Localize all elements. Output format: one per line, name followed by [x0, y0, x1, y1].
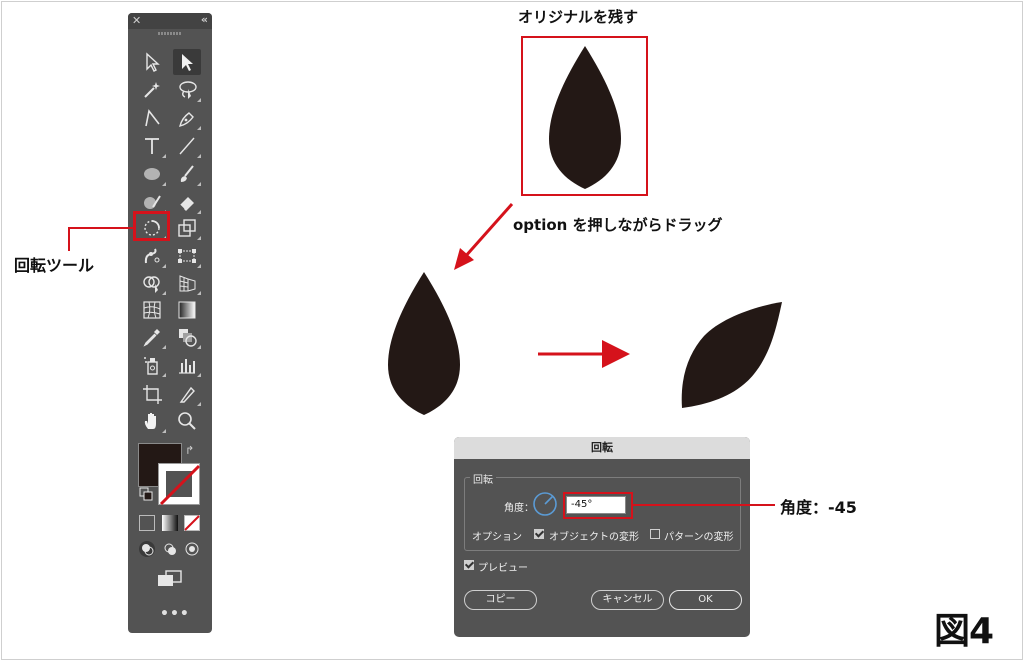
lasso-icon[interactable]: [173, 77, 201, 103]
shape-builder-icon[interactable]: [138, 270, 166, 296]
line-icon[interactable]: [173, 133, 201, 159]
rotate-dialog: 回転 回転 角度： -45° オプション オブジェクトの変形 パターンの変形 プ…: [454, 437, 750, 637]
copied-leaf: [388, 272, 460, 415]
transform-patterns-label: パターンの変形: [664, 532, 734, 543]
edit-toolbar-icon[interactable]: •••: [160, 606, 190, 622]
draw-behind-icon[interactable]: [162, 541, 178, 557]
angle-leader: [633, 504, 775, 506]
preview-checkbox[interactable]: [464, 560, 474, 570]
dialog-title: 回転: [454, 437, 750, 459]
perspective-grid-icon[interactable]: [173, 270, 201, 296]
curvature-icon[interactable]: [138, 105, 166, 131]
transform-objects-label: オブジェクトの変形: [549, 532, 639, 543]
artboard-icon[interactable]: [138, 381, 166, 407]
angle-highlight-box: [563, 492, 633, 519]
figure-number: 図4: [934, 611, 994, 652]
blend-icon[interactable]: [173, 324, 201, 350]
symbol-sprayer-icon[interactable]: [138, 352, 166, 378]
drag-arrow: [454, 203, 514, 270]
column-graph-icon[interactable]: [173, 352, 201, 378]
collapse-icon[interactable]: «: [201, 13, 208, 26]
transform-patterns-checkbox[interactable]: [650, 529, 660, 539]
draw-normal-icon[interactable]: [139, 541, 155, 557]
original-leaf: [549, 46, 621, 189]
ellipse-icon[interactable]: [138, 161, 166, 187]
draw-inside-icon[interactable]: [184, 541, 200, 557]
color-mode-icon[interactable]: [139, 515, 155, 531]
copy-button[interactable]: コピー: [464, 590, 537, 610]
transform-objects-checkbox[interactable]: [534, 529, 544, 539]
swap-fill-stroke-icon[interactable]: ↱: [185, 444, 194, 457]
rotated-leaf: [681, 302, 782, 408]
rotate-tool-label: 回転ツール: [14, 256, 95, 275]
gradient-icon[interactable]: [173, 297, 201, 323]
hand-icon[interactable]: [138, 408, 166, 434]
tools-panel-header[interactable]: ✕ «: [128, 13, 212, 29]
paintbrush-icon[interactable]: [173, 161, 201, 187]
cancel-button[interactable]: キャンセル: [591, 590, 664, 610]
default-colors-icon[interactable]: [139, 487, 153, 501]
eyedropper-icon[interactable]: [138, 324, 166, 350]
angle-callout-label: 角度：-45: [780, 498, 857, 517]
type-icon[interactable]: [138, 133, 166, 159]
gradient-mode-icon[interactable]: [162, 515, 178, 531]
angle-dial-icon[interactable]: [532, 491, 558, 517]
none-mode-icon[interactable]: [184, 515, 200, 531]
rotate-tool-leader-vertical: [68, 227, 70, 251]
screen-mode-icon[interactable]: [157, 570, 183, 588]
ok-button[interactable]: OK: [669, 590, 742, 610]
result-arrow: [538, 340, 630, 368]
scale-icon[interactable]: [173, 215, 201, 241]
angle-label: 角度：: [504, 503, 534, 514]
eraser-icon[interactable]: [173, 189, 201, 215]
free-transform-icon[interactable]: [173, 243, 201, 269]
mesh-icon[interactable]: [138, 297, 166, 323]
rotate-group-label: 回転: [470, 471, 496, 486]
puppet-warp-icon[interactable]: [138, 243, 166, 269]
slice-icon[interactable]: [173, 381, 201, 407]
options-label: オプション: [472, 532, 522, 543]
magic-wand-icon[interactable]: [138, 77, 166, 103]
rotate-tool-leader: [68, 227, 134, 229]
selection-icon[interactable]: [173, 49, 201, 75]
panel-grip[interactable]: [158, 32, 182, 35]
direct-selection-icon[interactable]: [138, 49, 166, 75]
pen-icon[interactable]: [173, 105, 201, 131]
keep-original-label: オリジナルを残す: [518, 8, 639, 26]
close-icon[interactable]: ✕: [132, 14, 141, 27]
rotate-tool-highlight: [133, 211, 170, 241]
option-drag-label: option を押しながらドラッグ: [513, 216, 723, 234]
preview-label: プレビュー: [478, 563, 528, 574]
stroke-swatch[interactable]: [158, 463, 201, 506]
zoom-icon[interactable]: [173, 408, 201, 434]
